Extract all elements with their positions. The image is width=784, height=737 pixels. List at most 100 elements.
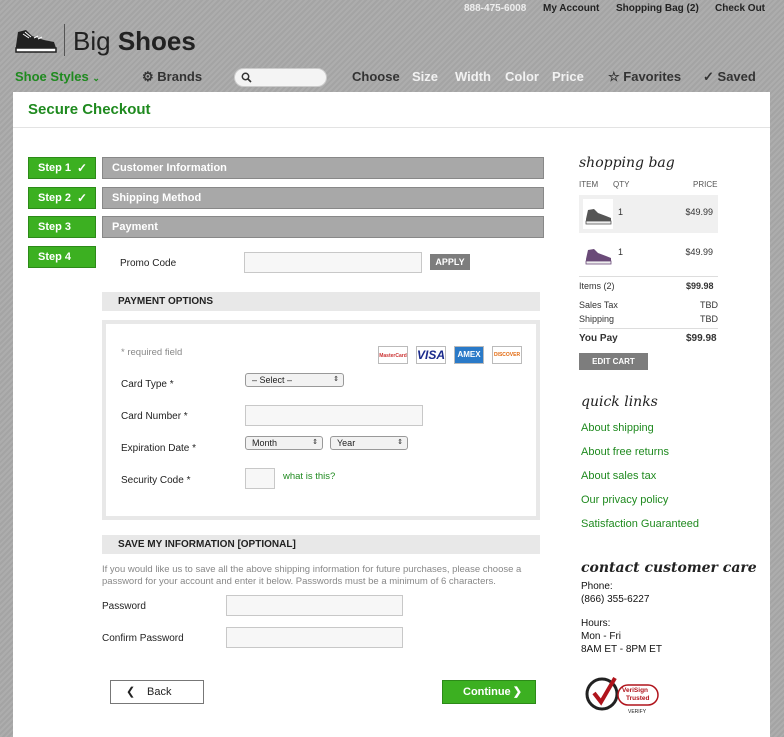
divider (579, 328, 718, 329)
brand-name-bold: Shoes (117, 26, 196, 56)
top-bar: 888-475-6008 My Account Shopping Bag (2)… (0, 0, 784, 18)
expiration-year-select[interactable]: Year ⇕ (330, 436, 408, 450)
shopping-bag-link[interactable]: Shopping Bag (2) (616, 3, 699, 14)
save-info-heading: SAVE MY INFORMATION [OPTIONAL] (102, 535, 540, 554)
confirm-password-label: Confirm Password (102, 633, 184, 644)
bag-item-row[interactable]: 1 $49.99 (579, 195, 718, 233)
step-1-button[interactable]: Step 1 ✓ (28, 157, 96, 179)
checkmark-icon: ✓ (76, 161, 87, 175)
edit-cart-button[interactable]: EDIT CART (579, 353, 648, 370)
card-type-value: – Select – (252, 375, 293, 385)
continue-button-label: Continue (463, 686, 511, 698)
bag-item-price: $49.99 (685, 247, 713, 257)
you-pay-total: $99.98 (686, 333, 717, 344)
link-free-returns[interactable]: About free returns (581, 446, 669, 458)
nav-size[interactable]: Size (412, 69, 438, 84)
my-account-link[interactable]: My Account (543, 3, 599, 14)
sales-tax-value: TBD (700, 300, 718, 310)
step-2-bar[interactable]: Shipping Method (102, 187, 544, 209)
verisign-badge[interactable]: VeriSign Trusted VERIFY (585, 672, 665, 717)
col-qty-header: QTY (613, 180, 630, 189)
promo-code-input[interactable] (244, 252, 422, 273)
nav-width[interactable]: Width (455, 69, 491, 84)
logo-divider (64, 24, 65, 56)
step-2-title: Shipping Method (112, 192, 202, 204)
col-item-header: ITEM (579, 180, 599, 189)
step-3-button[interactable]: Step 3 (28, 216, 96, 238)
gear-icon: ⚙ (142, 69, 154, 84)
bag-item-row[interactable]: 1 $49.99 (579, 235, 718, 273)
sneaker-logo-icon (15, 30, 57, 53)
hours-label: Hours: (581, 618, 611, 629)
sneaker-icon (585, 209, 612, 225)
items-total: $99.98 (686, 281, 714, 291)
step-1-bar[interactable]: Customer Information (102, 157, 544, 179)
nav-choose-label: Choose (352, 69, 400, 84)
phone-value: (866) 355-6227 (581, 594, 650, 605)
card-type-select[interactable]: – Select – ⇕ (245, 373, 344, 387)
link-privacy-policy[interactable]: Our privacy policy (581, 494, 668, 506)
visa-icon: VISA (416, 346, 446, 364)
nav-color[interactable]: Color (505, 69, 539, 84)
brand-name[interactable]: Big Shoes (73, 26, 196, 57)
link-about-shipping[interactable]: About shipping (581, 422, 654, 434)
step-3-label: Step 3 (38, 221, 72, 233)
sneaker-icon (585, 249, 612, 265)
verisign-line-3: VERIFY (628, 709, 647, 715)
nav-favorites[interactable]: ☆ Favorites (608, 69, 681, 85)
step-3-title: Payment (112, 221, 158, 233)
brand-name-light: Big (73, 26, 111, 56)
step-3-bar[interactable]: Payment (102, 216, 544, 238)
back-button-label: Back (147, 686, 172, 698)
col-price-header: PRICE (693, 180, 718, 189)
star-icon: ☆ (608, 69, 620, 84)
verisign-line-1: VeriSign (622, 687, 649, 694)
nav-favorites-label: Favorites (623, 69, 682, 84)
search-input[interactable] (234, 68, 327, 87)
check-out-link[interactable]: Check Out (715, 3, 765, 14)
what-is-this-link[interactable]: what is this? (283, 471, 335, 482)
days-value: Mon - Fri (581, 631, 621, 642)
bag-item-qty: 1 (618, 247, 624, 257)
nav-price[interactable]: Price (552, 69, 584, 84)
step-2-button[interactable]: Step 2 ✓ (28, 187, 96, 209)
contact-heading: contact customer care (581, 560, 757, 576)
logo[interactable] (14, 24, 58, 58)
confirm-password-input[interactable] (226, 627, 403, 648)
phone-number: 888-475-6008 (464, 3, 527, 14)
nav-brands[interactable]: ⚙ Brands (142, 69, 202, 85)
nav-shoe-styles[interactable]: Shoe Styles ⌄ (15, 69, 100, 84)
security-code-input[interactable] (245, 468, 275, 489)
you-pay-label: You Pay (579, 333, 618, 344)
nav-saved[interactable]: ✓ Saved (703, 69, 756, 85)
nav-brands-label: Brands (157, 69, 203, 84)
card-number-label: Card Number * (121, 411, 188, 422)
link-sales-tax[interactable]: About sales tax (581, 470, 656, 482)
shopping-bag-heading: shopping bag (579, 155, 675, 171)
continue-button[interactable]: Continue ❯ (442, 680, 536, 704)
link-satisfaction[interactable]: Satisfaction Guaranteed (581, 518, 699, 530)
phone-label: Phone: (581, 581, 613, 592)
shipping-value: TBD (700, 314, 718, 324)
nav-saved-label: Saved (717, 69, 756, 84)
discover-icon: DISCOVER (492, 346, 522, 364)
password-input[interactable] (226, 595, 403, 616)
bag-item-price: $49.99 (685, 207, 713, 217)
amex-icon: AMEX (454, 346, 484, 364)
chevron-down-icon: ⌄ (92, 73, 100, 83)
step-4-label: Step 4 (38, 251, 72, 263)
back-button[interactable]: ❮ Back (110, 680, 204, 704)
year-value: Year (337, 438, 356, 448)
card-number-input[interactable] (245, 405, 423, 426)
sales-tax-label: Sales Tax (579, 300, 618, 310)
save-note-line-1: If you would like us to save all the abo… (102, 564, 522, 575)
step-4-button[interactable]: Step 4 (28, 246, 96, 268)
bag-item-qty: 1 (618, 207, 624, 217)
chevron-right-icon: ❯ (512, 686, 522, 698)
panel-header: Secure Checkout (13, 92, 770, 128)
apply-button[interactable]: APPLY (430, 254, 470, 270)
search-icon (241, 72, 252, 83)
quick-links-heading: quick links (581, 394, 658, 410)
step-1-title: Customer Information (112, 162, 227, 174)
expiration-month-select[interactable]: Month ⇕ (245, 436, 323, 450)
